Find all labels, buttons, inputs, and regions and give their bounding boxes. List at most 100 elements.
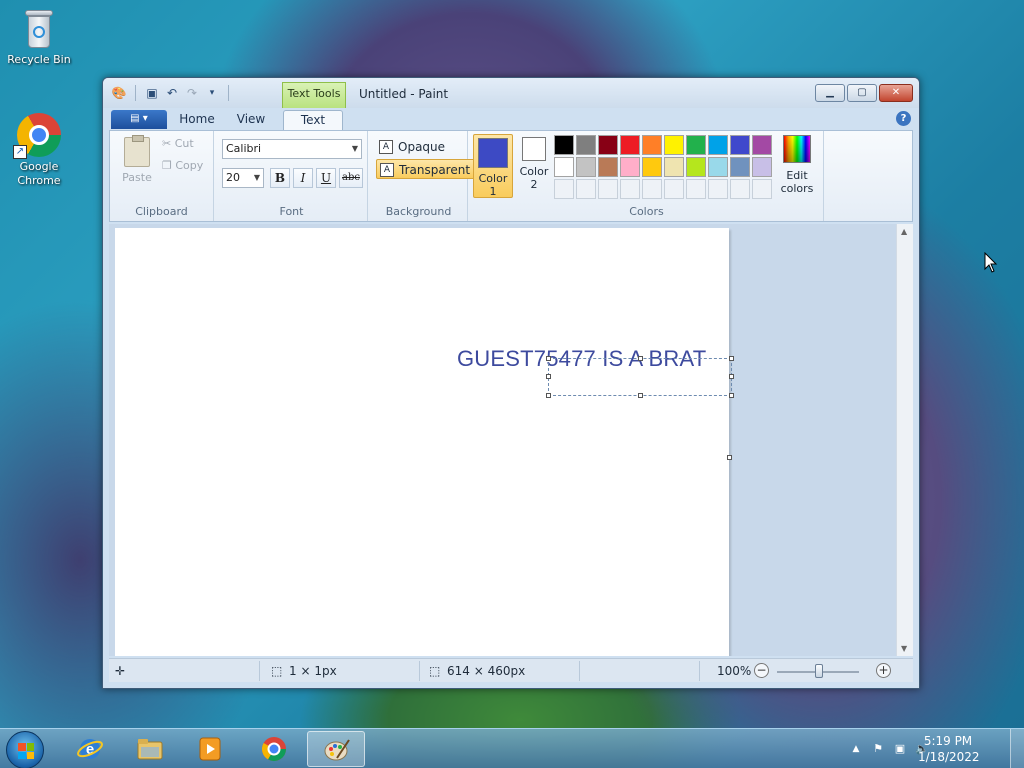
paint-app-icon[interactable]: 🎨: [111, 85, 127, 101]
close-button[interactable]: ✕: [879, 84, 913, 102]
palette-color-swatch[interactable]: [708, 157, 728, 177]
palette-color-swatch[interactable]: [620, 135, 640, 155]
background-group: A Opaque A Transparent Background: [370, 131, 478, 221]
resize-handle[interactable]: [729, 393, 734, 398]
palette-color-swatch[interactable]: [752, 157, 772, 177]
palette-color-swatch[interactable]: [664, 157, 684, 177]
show-hidden-icons-icon[interactable]: ▲: [848, 742, 864, 756]
palette-color-swatch[interactable]: [664, 135, 684, 155]
tab-text[interactable]: Text: [283, 110, 343, 130]
drawing-canvas[interactable]: GUEST75477 IS A BRAT: [115, 228, 734, 656]
scroll-down-icon[interactable]: ▼: [901, 644, 907, 653]
redo-icon[interactable]: ↷: [184, 85, 200, 101]
palette-custom-slot[interactable]: [576, 179, 596, 199]
transparent-button[interactable]: A Transparent: [376, 159, 478, 179]
color2-label: Color 2: [519, 165, 549, 191]
underline-button[interactable]: U: [316, 168, 336, 188]
start-button[interactable]: [6, 731, 44, 768]
resize-handle[interactable]: [729, 374, 734, 379]
desktop-icon-recycle-bin[interactable]: Recycle Bin: [1, 8, 77, 66]
palette-color-swatch[interactable]: [598, 135, 618, 155]
palette-custom-slot[interactable]: [554, 179, 574, 199]
palette-color-swatch[interactable]: [686, 157, 706, 177]
palette-color-swatch[interactable]: [642, 157, 662, 177]
font-size-value: 20: [226, 171, 240, 184]
network-icon[interactable]: ▣: [892, 742, 908, 756]
window-title: Untitled - Paint: [359, 87, 449, 101]
resize-handle[interactable]: [729, 356, 734, 361]
palette-custom-slot[interactable]: [664, 179, 684, 199]
palette-custom-slot[interactable]: [730, 179, 750, 199]
color1-button[interactable]: Color 1: [473, 134, 513, 198]
palette-custom-slot[interactable]: [686, 179, 706, 199]
palette-custom-slot[interactable]: [598, 179, 618, 199]
title-bar[interactable]: 🎨 ▣ ↶ ↷ ▾ Text Tools Untitled - Paint ▁ …: [103, 78, 919, 108]
resize-handle[interactable]: [546, 374, 551, 379]
paint-menu-button[interactable]: ▤ ▾: [111, 110, 167, 129]
taskbar-google-chrome[interactable]: [245, 731, 303, 767]
opaque-label: Opaque: [398, 140, 446, 154]
palette-color-swatch[interactable]: [730, 135, 750, 155]
taskbar-media-player[interactable]: [181, 731, 239, 767]
clock-date: 1/18/2022: [918, 750, 980, 764]
action-center-icon[interactable]: ⚑: [870, 742, 886, 756]
resize-handle[interactable]: [546, 393, 551, 398]
palette-color-swatch[interactable]: [730, 157, 750, 177]
chevron-down-icon: ▼: [253, 173, 260, 182]
taskbar-paint[interactable]: [307, 731, 365, 767]
font-family-select[interactable]: Calibri ▼: [222, 139, 362, 159]
taskbar-file-explorer[interactable]: [121, 731, 179, 767]
color-palette: [554, 135, 772, 199]
palette-color-swatch[interactable]: [708, 135, 728, 155]
copy-button[interactable]: ❐ Copy: [162, 159, 203, 172]
text-tools-context-label: Text Tools: [282, 82, 346, 108]
canvas-resize-handle[interactable]: [727, 455, 732, 460]
resize-handle[interactable]: [638, 393, 643, 398]
undo-icon[interactable]: ↶: [164, 85, 180, 101]
zoom-slider-thumb[interactable]: [815, 664, 823, 678]
resize-handle[interactable]: [546, 356, 551, 361]
taskbar-internet-explorer[interactable]: e: [61, 731, 119, 767]
color2-button[interactable]: Color 2: [514, 134, 554, 198]
cut-button[interactable]: ✂ Cut: [162, 137, 194, 150]
scroll-up-icon[interactable]: ▲: [901, 227, 907, 236]
palette-color-swatch[interactable]: [642, 135, 662, 155]
canvas-workarea[interactable]: GUEST75477 IS A BRAT ▲ ▼: [109, 224, 913, 656]
palette-color-swatch[interactable]: [554, 157, 574, 177]
clock[interactable]: 5:19 PM 1/18/2022: [918, 733, 980, 765]
palette-custom-slot[interactable]: [752, 179, 772, 199]
desktop-icon-google-chrome[interactable]: ↗ Google Chrome: [1, 113, 77, 188]
zoom-in-button[interactable]: +: [876, 663, 891, 678]
opaque-button[interactable]: A Opaque: [376, 137, 451, 157]
vertical-scrollbar[interactable]: ▲ ▼: [896, 224, 913, 656]
strikethrough-button[interactable]: abc: [339, 168, 363, 188]
customize-qat-icon[interactable]: ▾: [204, 85, 220, 101]
bold-button[interactable]: B: [270, 168, 290, 188]
palette-custom-slot[interactable]: [708, 179, 728, 199]
tab-home[interactable]: Home: [171, 110, 223, 130]
palette-color-swatch[interactable]: [576, 135, 596, 155]
resize-handle[interactable]: [638, 356, 643, 361]
palette-color-swatch[interactable]: [620, 157, 640, 177]
paint-icon: [324, 739, 350, 761]
palette-custom-slot[interactable]: [620, 179, 640, 199]
palette-color-swatch[interactable]: [752, 135, 772, 155]
edit-colors-button[interactable]: Edit colors: [776, 135, 818, 195]
font-size-select[interactable]: 20 ▼: [222, 168, 264, 188]
palette-color-swatch[interactable]: [554, 135, 574, 155]
separator: [419, 661, 420, 681]
minimize-button[interactable]: ▁: [815, 84, 845, 102]
paste-button[interactable]: Paste: [120, 135, 154, 184]
tab-view[interactable]: View: [225, 110, 277, 130]
italic-button[interactable]: I: [293, 168, 313, 188]
zoom-out-button[interactable]: −: [754, 663, 769, 678]
save-icon[interactable]: ▣: [144, 85, 160, 101]
palette-color-swatch[interactable]: [598, 157, 618, 177]
help-icon[interactable]: ?: [896, 111, 911, 126]
maximize-button[interactable]: ▢: [847, 84, 877, 102]
palette-color-swatch[interactable]: [686, 135, 706, 155]
palette-color-swatch[interactable]: [576, 157, 596, 177]
palette-custom-slot[interactable]: [642, 179, 662, 199]
text-selection-box[interactable]: [546, 356, 734, 398]
show-desktop-button[interactable]: [1010, 729, 1024, 768]
